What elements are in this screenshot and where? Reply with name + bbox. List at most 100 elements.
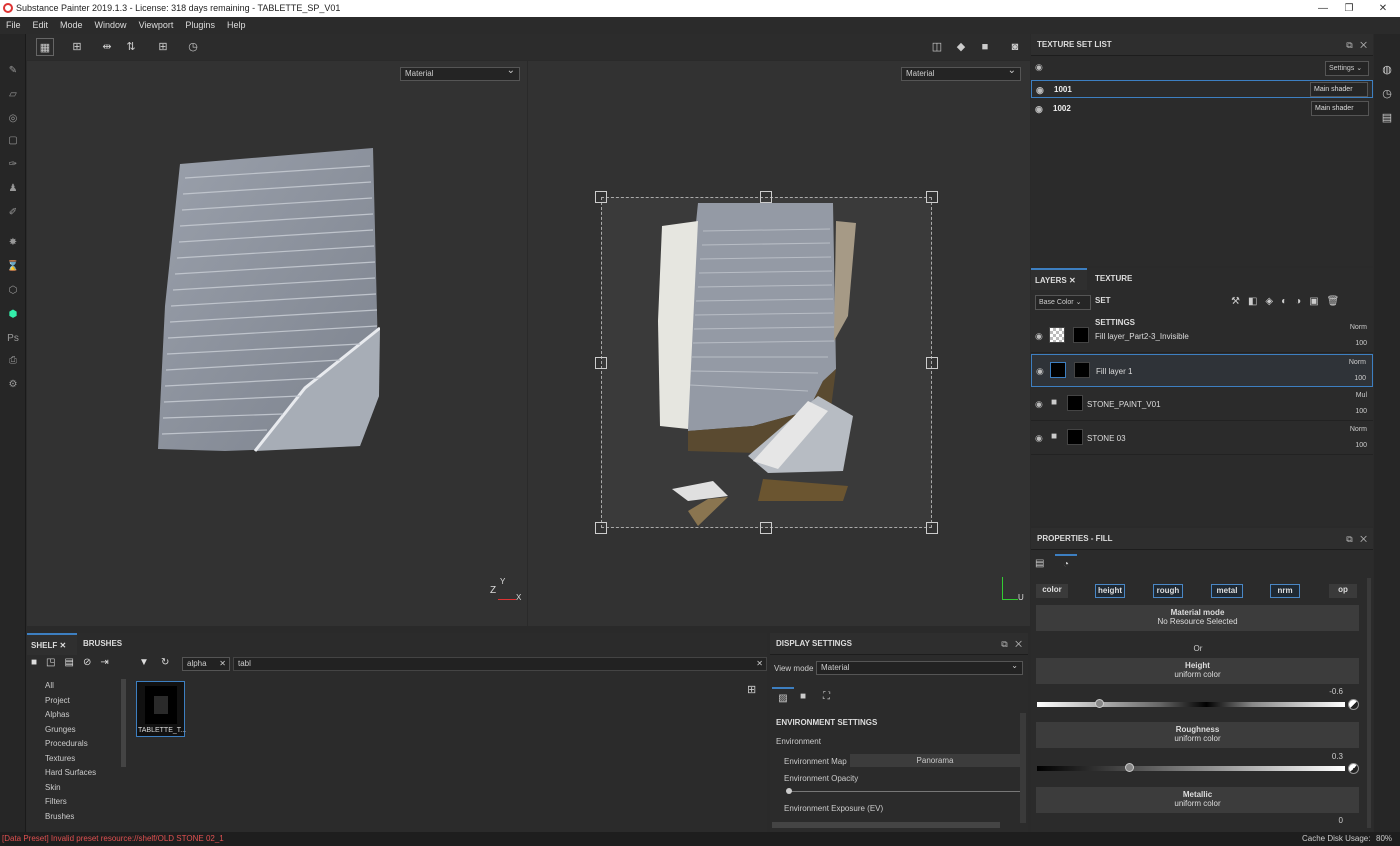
category-scrollbar[interactable] — [121, 679, 126, 767]
shelf-category[interactable]: Skin — [45, 783, 61, 792]
channel-height[interactable]: height — [1095, 584, 1125, 598]
bake-icon[interactable]: ⌛ — [6, 260, 20, 274]
menu-plugins[interactable]: Plugins — [179, 17, 221, 34]
blend-mode[interactable]: Mul — [1356, 392, 1367, 399]
eye-icon[interactable]: ◉ — [1035, 331, 1043, 342]
grid-layout-icon[interactable]: ▦ — [36, 38, 54, 56]
shelf-category[interactable]: Brushes — [45, 812, 74, 821]
viewport-3d[interactable]: Material Y Z X — [27, 61, 527, 626]
layer-row[interactable]: ◉ Fill layer 1 Norm 100 — [1031, 354, 1373, 387]
color-picker-icon[interactable]: ✐ — [6, 206, 20, 220]
multi-grid-icon[interactable]: ⊞ — [68, 38, 86, 56]
layer-opacity[interactable]: 100 — [1355, 340, 1367, 347]
menu-file[interactable]: File — [0, 17, 27, 34]
tab-texture-set-settings[interactable]: TEXTURE SET SETTINGS — [1091, 268, 1139, 327]
add-mask-icon[interactable]: ◧ — [1248, 296, 1265, 307]
projection-icon[interactable]: ◎ — [6, 112, 20, 126]
mode-icon[interactable]: ⬢ — [6, 308, 20, 322]
eye-icon[interactable]: ◉ — [1035, 433, 1043, 444]
slider-knob[interactable] — [786, 788, 792, 794]
delete-layer-icon[interactable]: 🗑 — [1327, 296, 1348, 307]
viewport-2d-mode-select[interactable]: Material — [901, 65, 1021, 81]
metallic-value[interactable]: 0 — [1339, 816, 1343, 825]
roughness-value[interactable]: 0.3 — [1332, 752, 1343, 761]
log-icon[interactable]: ▤ — [1381, 112, 1393, 124]
eye-icon[interactable]: ◉ — [1035, 399, 1043, 410]
channel-select[interactable]: Base Color ⌄ — [1035, 295, 1091, 310]
randomize-icon[interactable] — [1348, 763, 1359, 774]
camera-tab-icon[interactable]: ■ — [800, 691, 806, 702]
panel-controls[interactable]: ⧉ ✕ — [1001, 633, 1022, 655]
channel-op[interactable]: op — [1329, 584, 1357, 598]
layer-opacity[interactable]: 100 — [1355, 442, 1367, 449]
clear-search-icon[interactable]: ✕ — [756, 658, 763, 670]
transform-handle[interactable] — [926, 357, 938, 369]
transform-handle[interactable] — [926, 191, 938, 203]
material-tab-icon[interactable]: ◔ — [1055, 554, 1077, 574]
add-view-icon[interactable]: ⊞ — [154, 38, 172, 56]
vertical-scrollbar[interactable] — [1020, 713, 1026, 823]
hide-icon[interactable]: ⊘ — [83, 657, 100, 668]
smudge-icon[interactable]: ✑ — [6, 158, 20, 172]
blend-mode[interactable]: Norm — [1349, 359, 1366, 366]
height-value[interactable]: -0.6 — [1329, 687, 1343, 696]
layer-opacity[interactable]: 100 — [1354, 375, 1366, 382]
settings-dropdown[interactable]: Settings ⌄ — [1325, 61, 1369, 76]
screenshot-icon[interactable]: ◙ — [1006, 38, 1024, 56]
menu-edit[interactable]: Edit — [27, 17, 55, 34]
transform-handle[interactable] — [595, 522, 607, 534]
view-mode-select[interactable]: Material ⌄ — [816, 661, 1023, 675]
shelf-category[interactable]: Procedurals — [45, 739, 88, 748]
grid-view-icon[interactable]: ⊞ — [747, 683, 756, 696]
list-view-icon[interactable]: ▤ — [65, 657, 83, 668]
roughness-slider[interactable] — [1037, 763, 1345, 772]
channel-metal[interactable]: metal — [1211, 584, 1243, 598]
height-slider[interactable] — [1037, 699, 1345, 708]
paint-brush-icon[interactable]: ✎ — [6, 64, 20, 78]
texture-set-row[interactable]: ◉ 1001 Main shader — [1031, 80, 1373, 98]
tab-shelf[interactable]: SHELF ✕ — [27, 633, 77, 655]
photoshop-export-icon[interactable]: Ps — [6, 332, 20, 346]
reset-icon[interactable]: ↻ — [161, 657, 169, 668]
horizontal-scrollbar[interactable] — [772, 822, 1000, 828]
view-2d-3d-icon[interactable]: ◫ — [928, 38, 946, 56]
folder-row[interactable]: ◉ ■ STONE 03 Norm 100 — [1031, 422, 1373, 455]
material-mode-section[interactable]: Material mode No Resource Selected — [1036, 605, 1359, 631]
folder-row[interactable]: ◉ ■ STONE_PAINT_V01 Mul 100 — [1031, 388, 1373, 421]
align-icon[interactable]: ⇅ — [122, 38, 140, 56]
env-map-button[interactable]: Panorama — [850, 754, 1020, 767]
add-folder-icon[interactable]: ▣ — [1309, 296, 1326, 307]
symmetry-icon[interactable]: ⇹ — [98, 38, 116, 56]
channel-nrm[interactable]: nrm — [1270, 584, 1300, 598]
randomize-icon[interactable] — [1348, 699, 1359, 710]
menu-mode[interactable]: Mode — [54, 17, 89, 34]
eye-icon[interactable]: ◉ — [1036, 366, 1044, 377]
layer-opacity[interactable]: 100 — [1355, 408, 1367, 415]
materials-icon[interactable]: ✸ — [6, 236, 20, 250]
panel-controls[interactable]: ⧉ ✕ — [1346, 34, 1367, 56]
folder-icon[interactable]: ■ — [31, 657, 46, 668]
shelf-category[interactable]: Filters — [45, 797, 67, 806]
menu-viewport[interactable]: Viewport — [133, 17, 180, 34]
history-icon[interactable]: ◷ — [184, 38, 202, 56]
transform-handle[interactable] — [926, 522, 938, 534]
panel-controls[interactable]: ⧉ ✕ — [1346, 528, 1367, 550]
polygon-fill-icon[interactable]: ▢ — [6, 134, 20, 148]
new-item-icon[interactable]: ◳ — [46, 657, 64, 668]
shader-select[interactable]: Main shader — [1311, 101, 1369, 116]
shelf-search-input[interactable]: tabl ✕ — [233, 657, 767, 671]
maximize-button[interactable]: ❐ — [1332, 0, 1366, 17]
remove-tag-icon[interactable]: ✕ — [219, 658, 226, 670]
shelf-category[interactable]: All — [45, 681, 54, 690]
shelf-asset-tile[interactable]: TABLETTE_T... — [136, 681, 186, 737]
menu-window[interactable]: Window — [89, 17, 133, 34]
roughness-section[interactable]: Roughness uniform color — [1036, 722, 1359, 748]
globe-icon[interactable]: ◍ — [1381, 64, 1393, 76]
transform-handle[interactable] — [595, 191, 607, 203]
viewport-3d-mode-select[interactable]: Material — [400, 65, 520, 81]
menu-help[interactable]: Help — [221, 17, 252, 34]
status-error-message[interactable]: [Data Preset] Invalid preset resource://… — [2, 832, 224, 846]
clone-icon[interactable]: ♟ — [6, 182, 20, 196]
add-fill-icon[interactable]: ◈ — [1265, 296, 1281, 307]
shelf-category[interactable]: Project — [45, 696, 70, 705]
